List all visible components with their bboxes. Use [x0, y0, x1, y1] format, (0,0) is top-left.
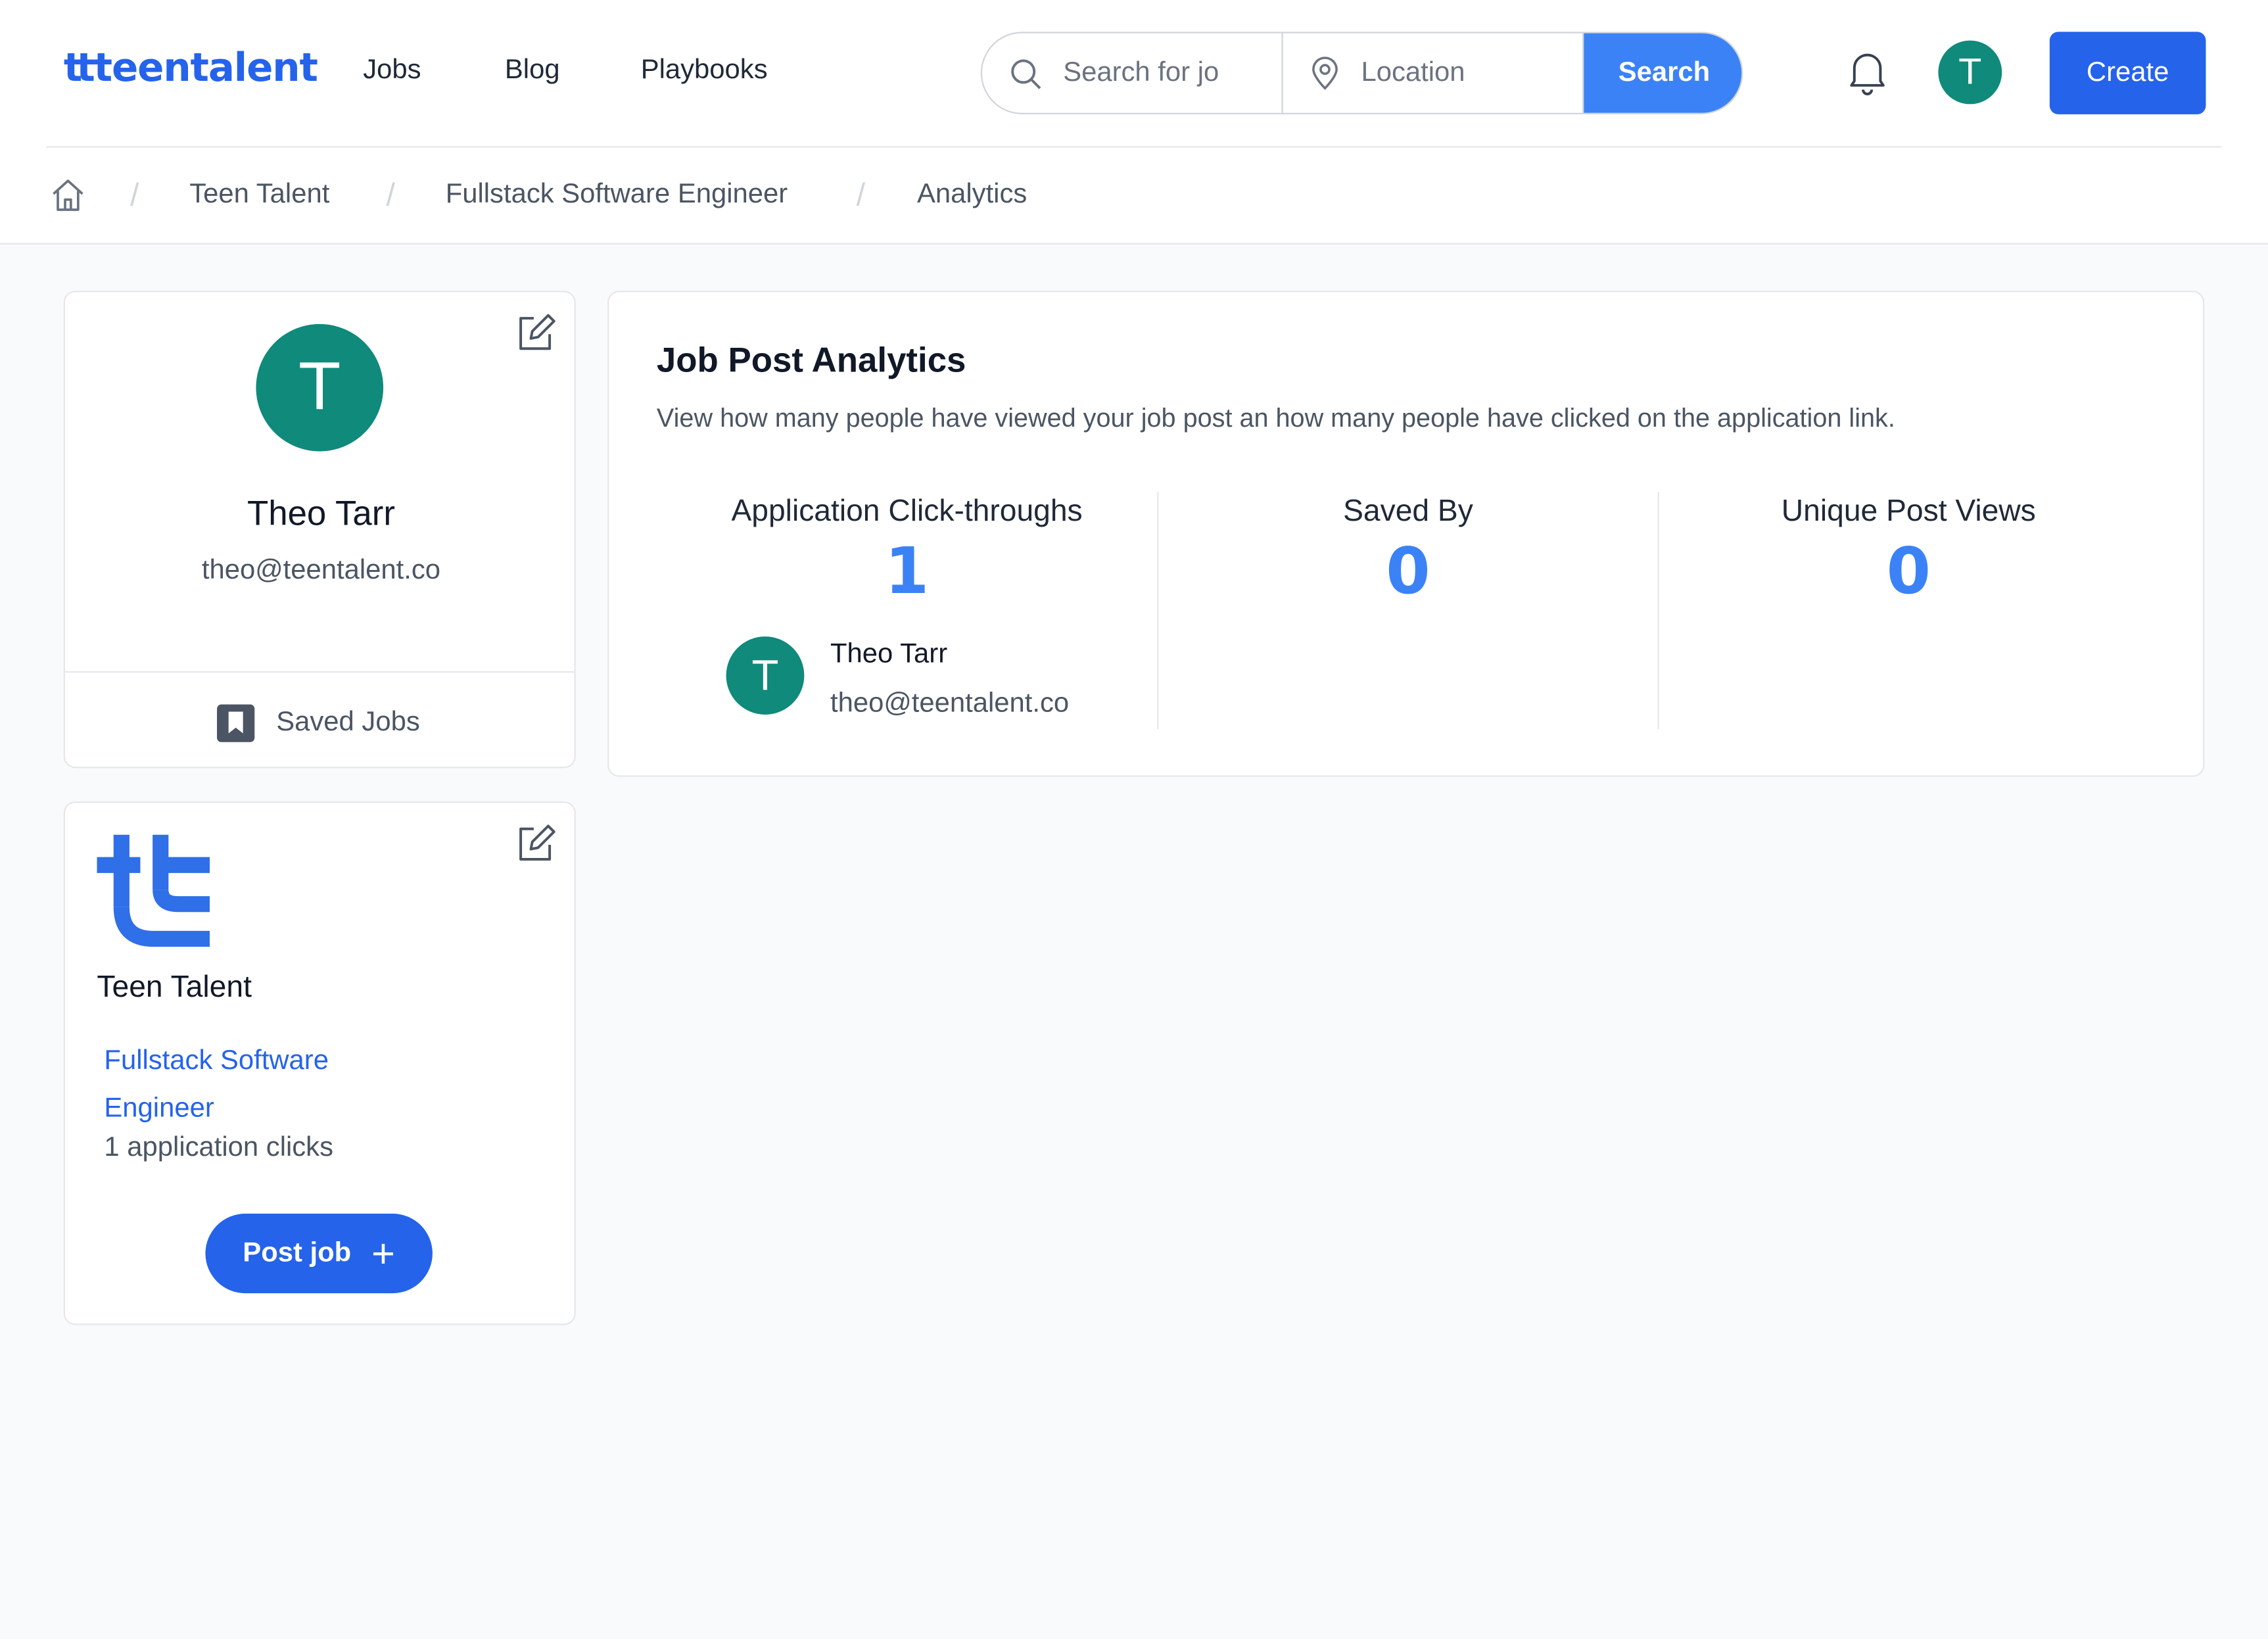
- breadcrumb-current: Analytics: [916, 179, 1028, 210]
- profile-email: theo@teentalent.co: [201, 555, 441, 586]
- brand-logo[interactable]: tt teentalent: [64, 46, 318, 91]
- analytics-card: Job Post Analytics View how many people …: [607, 291, 2205, 777]
- clicker-avatar: T: [726, 636, 805, 715]
- stat-unique-views: Unique Post Views 0: [1657, 492, 2158, 729]
- analytics-description: View how many people have viewed your jo…: [656, 403, 1895, 433]
- breadcrumb-company[interactable]: Teen Talent: [189, 179, 329, 211]
- stat-value: 0: [1886, 535, 1931, 609]
- nav-jobs[interactable]: Jobs: [363, 55, 421, 87]
- saved-jobs-link[interactable]: Saved Jobs: [216, 703, 420, 744]
- nav-playbooks[interactable]: Playbooks: [641, 55, 768, 87]
- search-icon: [1011, 59, 1041, 89]
- home-icon[interactable]: [49, 176, 87, 214]
- profile-name: Theo Tarr: [247, 494, 395, 534]
- saved-jobs-label: Saved Jobs: [276, 707, 420, 738]
- location-input[interactable]: [1361, 57, 1549, 89]
- job-search-field[interactable]: [982, 33, 1283, 113]
- stat-label: Saved By: [1343, 494, 1473, 529]
- profile-avatar: T: [256, 323, 384, 452]
- user-avatar[interactable]: T: [1938, 40, 2002, 105]
- search-button[interactable]: Search: [1584, 33, 1742, 113]
- edit-profile-icon[interactable]: [513, 311, 557, 354]
- page: tt teentalent Jobs Blog Playbooks Search …: [0, 0, 2268, 1639]
- create-button[interactable]: Create: [2049, 32, 2206, 114]
- application-clicks: 1 application clicks: [104, 1132, 333, 1164]
- logo-mark: tt: [63, 46, 95, 91]
- company-name: Teen Talent: [97, 970, 252, 1005]
- clicker-item[interactable]: T Theo Tarr theo@teentalent.co: [726, 634, 1102, 726]
- job-search-input[interactable]: [1063, 57, 1252, 89]
- stat-label: Application Click-throughs: [731, 494, 1083, 529]
- breadcrumb-separator: /: [386, 176, 395, 213]
- top-bar: tt teentalent Jobs Blog Playbooks Search …: [46, 0, 2222, 148]
- analytics-title: Job Post Analytics: [656, 341, 966, 381]
- plus-icon: +: [371, 1230, 396, 1275]
- company-logo-icon: [97, 834, 210, 947]
- logo-text: teentalent: [93, 46, 318, 91]
- bookmark-icon: [217, 704, 255, 742]
- map-pin-icon: [1312, 56, 1338, 89]
- profile-card: T Theo Tarr theo@teentalent.co Saved Job…: [63, 291, 576, 769]
- breadcrumb-separator: /: [130, 176, 139, 213]
- breadcrumb-job[interactable]: Fullstack Software Engineer: [446, 179, 788, 211]
- divider: [65, 671, 575, 673]
- stat-click-throughs: Application Click-throughs 1 T Theo Tarr…: [657, 492, 1157, 729]
- nav-blog[interactable]: Blog: [505, 55, 560, 87]
- breadcrumb: / Teen Talent / Fullstack Software Engin…: [46, 147, 2221, 243]
- clicker-email: theo@teentalent.co: [830, 688, 1070, 719]
- edit-company-icon[interactable]: [513, 822, 557, 865]
- clicker-name: Theo Tarr: [830, 639, 948, 670]
- post-job-label: Post job: [243, 1237, 352, 1268]
- location-field[interactable]: [1283, 33, 1584, 113]
- breadcrumb-separator: /: [856, 176, 866, 213]
- company-card: Teen Talent Fullstack Software Engineer …: [63, 801, 576, 1325]
- job-title-link[interactable]: Fullstack Software Engineer: [104, 1037, 422, 1133]
- search-bar: Search: [980, 32, 1743, 114]
- stat-saved-by: Saved By 0: [1157, 492, 1657, 729]
- bell-icon[interactable]: [1846, 49, 1889, 95]
- post-job-button[interactable]: Post job +: [205, 1214, 433, 1294]
- site-header: tt teentalent Jobs Blog Playbooks Search …: [0, 0, 2268, 245]
- stat-value: 0: [1386, 535, 1430, 609]
- stat-value: 1: [884, 535, 930, 609]
- stat-label: Unique Post Views: [1781, 494, 2036, 529]
